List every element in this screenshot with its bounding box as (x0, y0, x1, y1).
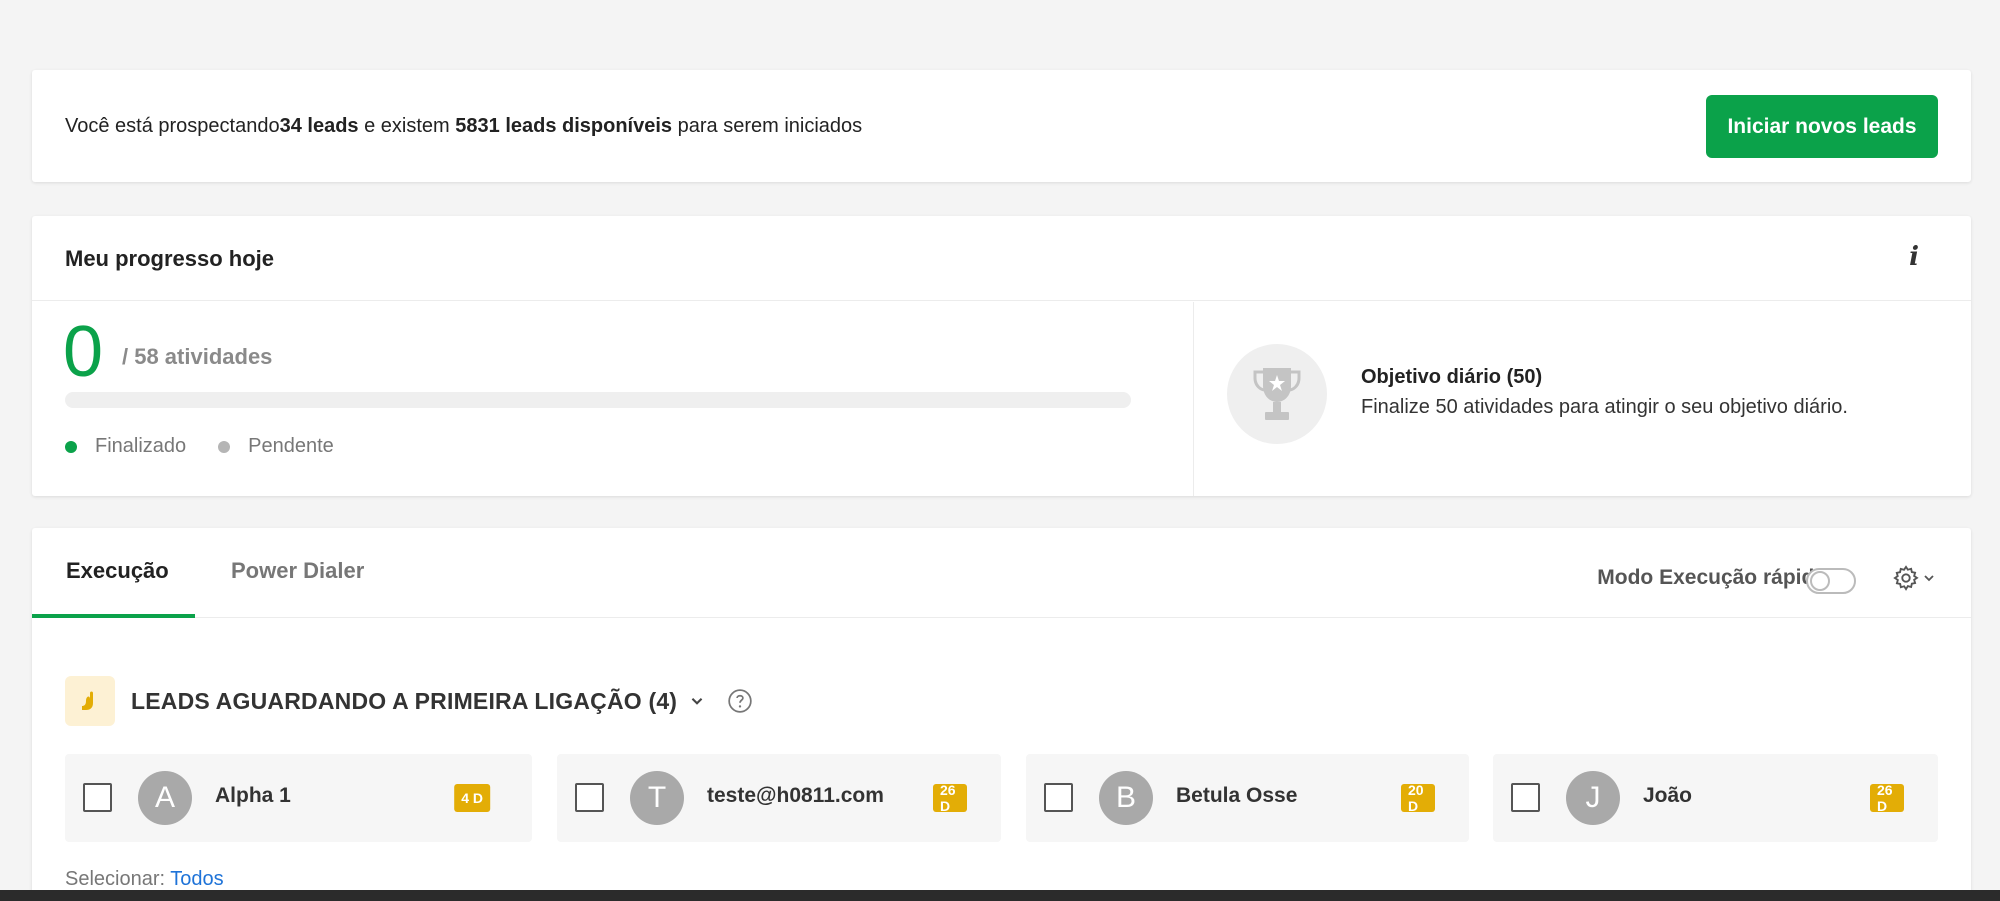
lead-checkbox[interactable] (1044, 783, 1073, 812)
goal-title: Objetivo diário (50) (1361, 366, 1543, 388)
activities-total-label: / 58 atividades (122, 344, 273, 369)
avatar: A (138, 771, 192, 825)
legend-pending-label: Pendente (248, 435, 334, 457)
lead-name[interactable]: João (1643, 784, 1692, 808)
quick-mode-toggle[interactable] (1806, 568, 1856, 594)
raised-hand-icon (65, 676, 115, 726)
message-post: para serem iniciados (672, 114, 863, 137)
section-title: LEADS AGUARDANDO A PRIMEIRA LIGAÇÃO (4) (131, 687, 678, 714)
lead-name[interactable]: Betula Osse (1176, 784, 1297, 808)
avatar: B (1099, 771, 1153, 825)
legend-done: Finalizado (65, 435, 186, 458)
daily-progress-card: Meu progresso hoje i 0 / 58 atividades F… (32, 216, 1971, 496)
settings-menu[interactable] (1892, 564, 1936, 592)
chevron-down-icon (1924, 575, 1934, 582)
legend-done-label: Finalizado (95, 435, 187, 457)
help-icon[interactable] (727, 688, 753, 714)
legend-pending: Pendente (218, 435, 334, 458)
progress-title: Meu progresso hoje (65, 246, 275, 271)
active-tab-indicator (32, 614, 195, 618)
lead-card[interactable]: T teste@h0811.com 26 D (557, 754, 1001, 842)
select-label: Selecionar: (65, 868, 171, 890)
avatar: J (1566, 771, 1620, 825)
available-leads: 5831 leads disponíveis (455, 114, 673, 137)
start-new-leads-button[interactable]: Iniciar novos leads (1706, 95, 1938, 158)
info-icon[interactable]: i (1909, 242, 1919, 272)
avatar: T (630, 771, 684, 825)
tab-bar: Execução Power Dialer Modo Execução rápi… (32, 528, 1971, 618)
trophy-icon (1227, 344, 1327, 444)
message-mid: e existem (358, 114, 456, 137)
leads-count: 34 leads (279, 114, 359, 137)
lead-card[interactable]: A Alpha 1 4 D (65, 754, 532, 842)
lead-name[interactable]: teste@h0811.com (707, 784, 884, 808)
days-badge: 20 D (1401, 782, 1435, 814)
days-badge: 4 D (454, 784, 490, 812)
prospecting-banner: Você está prospectando 34 leads e existe… (32, 70, 1971, 182)
message-pre: Você está prospectando (65, 114, 280, 137)
progress-header: Meu progresso hoje i (32, 216, 1971, 301)
lead-name[interactable]: Alpha 1 (215, 784, 291, 808)
prospecting-message: Você está prospectando 34 leads e existe… (65, 70, 862, 182)
leads-section-header[interactable]: LEADS AGUARDANDO A PRIMEIRA LIGAÇÃO (4) (65, 676, 753, 726)
tab-execucao[interactable]: Execução (66, 558, 169, 584)
pending-dot-icon (218, 440, 231, 453)
execution-panel: Execução Power Dialer Modo Execução rápi… (32, 528, 1971, 901)
progress-summary: 0 / 58 atividades Finalizado Pendente (32, 302, 1194, 496)
days-badge: 26 D (1870, 782, 1904, 814)
lead-checkbox[interactable] (83, 783, 112, 812)
taskbar (0, 890, 2000, 901)
daily-goal: Objetivo diário (50) Finalize 50 ativida… (1195, 302, 1971, 496)
lead-checkbox[interactable] (575, 783, 604, 812)
select-all-link[interactable]: Todos (170, 868, 223, 890)
tab-power-dialer[interactable]: Power Dialer (231, 558, 364, 584)
select-line: Selecionar: Todos (65, 868, 224, 891)
activities-done-count: 0 (63, 312, 104, 392)
done-dot-icon (65, 440, 77, 453)
gear-icon (1893, 565, 1919, 591)
chevron-down-icon[interactable] (689, 693, 705, 709)
lead-card[interactable]: B Betula Osse 20 D (1026, 754, 1469, 842)
lead-card[interactable]: J João 26 D (1493, 754, 1938, 842)
goal-description: Finalize 50 atividades para atingir o se… (1361, 396, 1848, 418)
progress-bar (65, 392, 1131, 408)
days-badge: 26 D (933, 782, 967, 814)
progress-legend: Finalizado Pendente (65, 435, 366, 458)
quick-mode-label: Modo Execução rápida (1597, 566, 1826, 589)
lead-checkbox[interactable] (1511, 783, 1540, 812)
